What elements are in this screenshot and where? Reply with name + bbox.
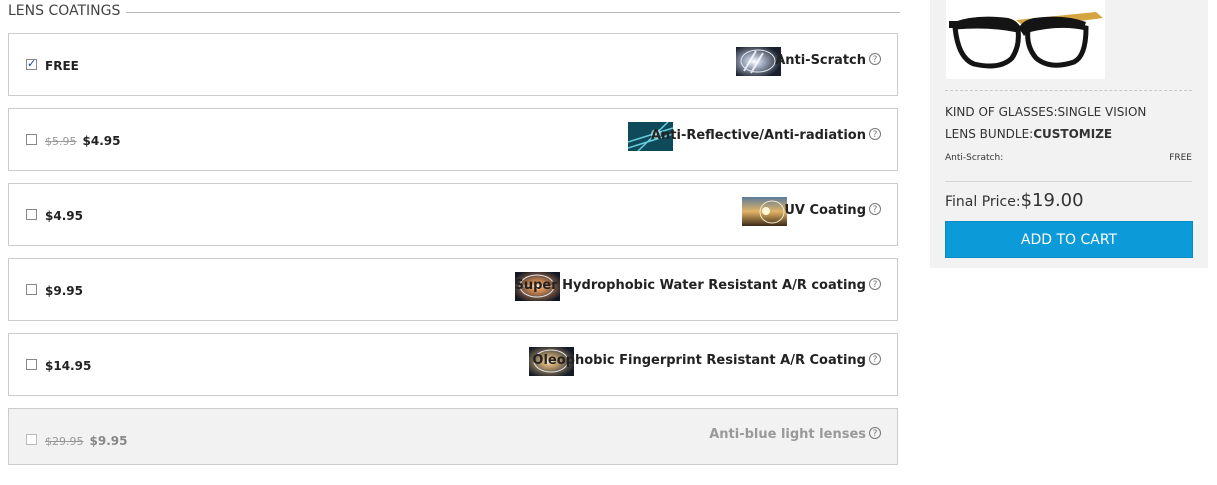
- line-item-value: FREE: [1169, 153, 1192, 163]
- coating-name: Super Hydrophobic Water Resistant A/R co…: [514, 278, 866, 293]
- coating-name: Oleophobic Fingerprint Resistant A/R Coa…: [532, 353, 866, 368]
- coating-name: Anti-Scratch: [775, 53, 866, 68]
- bundle-value: CUSTOMIZE: [1033, 127, 1113, 141]
- kind-value: SINGLE VISION: [1057, 105, 1147, 119]
- coating-option-anti-scratch[interactable]: FREE Anti-Scratch ?: [8, 33, 898, 96]
- price: $4.95: [45, 209, 83, 223]
- help-icon[interactable]: ?: [869, 353, 881, 365]
- help-icon[interactable]: ?: [869, 278, 881, 290]
- section-title: LENS COATINGS: [8, 3, 131, 19]
- checkbox-anti-reflective[interactable]: [26, 134, 37, 145]
- help-icon[interactable]: ?: [869, 53, 881, 65]
- coating-option-oleophobic[interactable]: $14.95 Oleophobic Fingerprint Resistant …: [8, 333, 898, 396]
- uv-coating-thumb: [742, 197, 787, 226]
- price: $14.95: [45, 359, 91, 373]
- checkbox-anti-scratch[interactable]: [26, 57, 37, 70]
- price: $29.95 $9.95: [45, 434, 127, 448]
- price-current: $9.95: [89, 434, 128, 448]
- add-to-cart-button[interactable]: ADD TO CART: [945, 221, 1193, 258]
- section-divider: [126, 12, 900, 13]
- price-current: $14.95: [45, 359, 92, 373]
- help-icon[interactable]: ?: [869, 427, 881, 439]
- divider: [945, 181, 1192, 182]
- checkbox-oleophobic[interactable]: [26, 359, 37, 370]
- bundle-label: LENS BUNDLE:: [945, 127, 1034, 141]
- kind-label: KIND OF GLASSES:: [945, 105, 1058, 119]
- price: $5.95 $4.95: [45, 134, 120, 148]
- divider: [945, 90, 1192, 91]
- checkbox-uv[interactable]: [26, 209, 37, 220]
- final-price: Final Price:$19.00: [945, 190, 1084, 211]
- price-current: $4.95: [45, 209, 83, 223]
- coating-option-anti-reflective[interactable]: $5.95 $4.95 Anti-Reflective/Anti-radiatio…: [8, 108, 898, 171]
- price-current: $4.95: [82, 134, 121, 148]
- final-price-label: Final Price:: [945, 194, 1021, 210]
- coating-name: UV Coating: [784, 203, 866, 218]
- coating-option-anti-blue-light: $29.95 $9.95 Anti-blue light lenses ?: [8, 408, 898, 465]
- coating-name: Anti-Reflective/Anti-radiation: [650, 128, 866, 143]
- coating-option-hydrophobic[interactable]: $9.95 Super Hydrophobic Water Resistant …: [8, 258, 898, 321]
- line-item-label: Anti-Scratch:: [945, 153, 1004, 163]
- price-original: $5.95: [45, 135, 77, 148]
- glasses-product-image: [946, 0, 1105, 79]
- coating-option-uv[interactable]: $4.95 UV Coating ?: [8, 183, 898, 246]
- final-price-value: $19.00: [1020, 190, 1084, 211]
- help-icon[interactable]: ?: [869, 203, 881, 215]
- help-icon[interactable]: ?: [869, 128, 881, 140]
- lens-bundle: LENS BUNDLE:CUSTOMIZE: [945, 127, 1112, 141]
- price: $9.95: [45, 284, 83, 298]
- price: FREE: [45, 59, 79, 73]
- coating-name: Anti-blue light lenses: [709, 427, 866, 442]
- price-current: FREE: [45, 59, 79, 73]
- section-heading: LENS COATINGS: [8, 3, 900, 23]
- order-summary-panel: KIND OF GLASSES:SINGLE VISION LENS BUNDL…: [930, 0, 1208, 268]
- kind-of-glasses: KIND OF GLASSES:SINGLE VISION: [945, 105, 1146, 119]
- checkbox-hydrophobic[interactable]: [26, 284, 37, 295]
- price-original: $29.95: [45, 435, 84, 448]
- price-current: $9.95: [45, 284, 83, 298]
- checkbox-anti-blue-light[interactable]: [26, 434, 37, 445]
